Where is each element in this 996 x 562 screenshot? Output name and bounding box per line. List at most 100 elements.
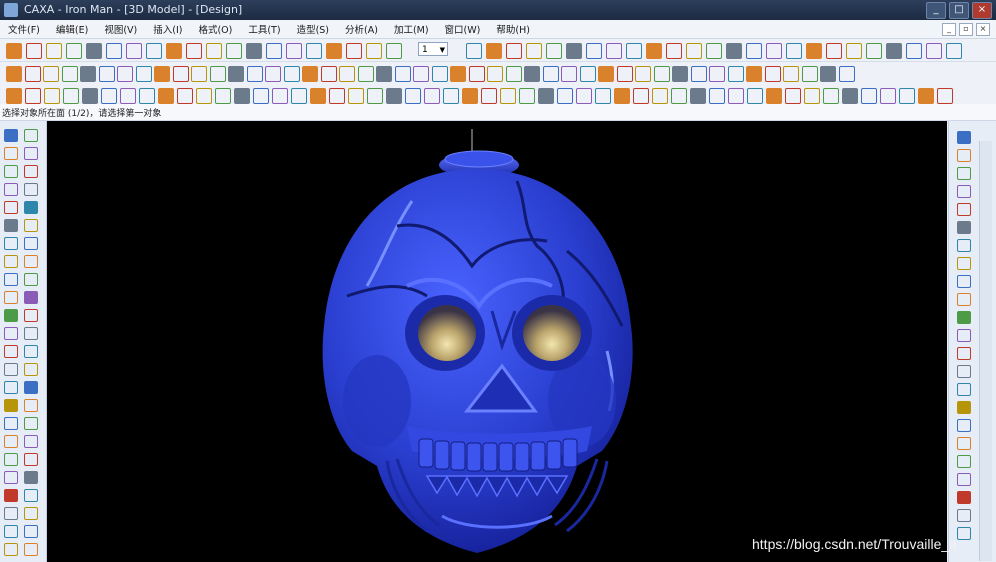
tool-icon[interactable] <box>886 43 902 59</box>
tool-icon[interactable] <box>595 88 611 104</box>
tool-icon[interactable] <box>785 88 801 104</box>
tool-icon[interactable] <box>394 66 411 82</box>
tool-icon[interactable] <box>24 507 38 520</box>
tool-icon[interactable] <box>126 43 142 59</box>
tool-icon[interactable] <box>706 43 722 59</box>
tool-icon[interactable] <box>24 525 38 538</box>
tool-icon[interactable] <box>443 88 459 104</box>
tool-icon[interactable] <box>957 329 971 342</box>
tool-icon[interactable] <box>957 383 971 396</box>
close-button[interactable]: × <box>972 2 992 19</box>
tool-icon[interactable] <box>728 88 744 104</box>
tool-icon[interactable] <box>24 273 38 286</box>
tool-icon[interactable] <box>234 88 250 104</box>
tool-icon[interactable] <box>4 417 18 430</box>
tool-icon[interactable] <box>206 43 222 59</box>
tool-icon[interactable] <box>806 43 822 59</box>
tool-icon[interactable] <box>4 345 18 358</box>
tool-icon[interactable] <box>6 88 22 104</box>
tool-icon[interactable] <box>246 43 262 59</box>
tool-icon[interactable] <box>466 43 482 59</box>
tool-icon[interactable] <box>519 88 535 104</box>
tool-icon[interactable] <box>826 43 842 59</box>
tool-icon[interactable] <box>215 88 231 104</box>
tool-icon[interactable] <box>4 525 18 538</box>
menu-help[interactable]: 帮助(H) <box>488 22 538 36</box>
menu-modeling[interactable]: 造型(S) <box>289 22 337 36</box>
tool-icon[interactable] <box>24 417 38 430</box>
tool-icon[interactable] <box>339 66 355 82</box>
tool-icon[interactable] <box>4 147 18 160</box>
tool-icon[interactable] <box>186 43 202 59</box>
tool-icon[interactable] <box>727 66 744 82</box>
tool-icon[interactable] <box>405 88 421 104</box>
tool-icon[interactable] <box>598 66 614 82</box>
tool-icon[interactable] <box>686 43 702 59</box>
tool-icon[interactable] <box>500 88 516 104</box>
tool-icon[interactable] <box>139 88 155 104</box>
tool-icon[interactable] <box>652 88 668 104</box>
tool-icon[interactable] <box>861 88 877 104</box>
tool-icon[interactable] <box>579 66 596 82</box>
tool-icon[interactable] <box>899 88 915 104</box>
tool-icon[interactable] <box>626 43 642 59</box>
tool-icon[interactable] <box>4 543 18 556</box>
tool-icon[interactable] <box>82 88 98 104</box>
tool-icon[interactable] <box>24 129 38 142</box>
tool-icon[interactable] <box>106 43 122 59</box>
tool-icon[interactable] <box>4 237 18 250</box>
3d-viewport[interactable] <box>47 121 947 562</box>
tool-icon[interactable] <box>24 327 38 340</box>
tool-icon[interactable] <box>209 66 226 82</box>
tool-icon[interactable] <box>957 311 971 324</box>
menu-insert[interactable]: 插入(I) <box>145 22 190 36</box>
menu-edit[interactable]: 编辑(E) <box>48 22 96 36</box>
tool-icon[interactable] <box>709 88 725 104</box>
tool-icon[interactable] <box>586 43 602 59</box>
tool-icon[interactable] <box>546 43 562 59</box>
tool-icon[interactable] <box>635 66 651 82</box>
tool-icon[interactable] <box>196 88 212 104</box>
tool-icon[interactable] <box>566 43 582 59</box>
tool-icon[interactable] <box>672 66 688 82</box>
tool-icon[interactable] <box>80 66 96 82</box>
tool-icon[interactable] <box>957 365 971 378</box>
tool-icon[interactable] <box>957 293 971 306</box>
tool-icon[interactable] <box>804 88 820 104</box>
tool-icon[interactable] <box>329 88 345 104</box>
tool-icon[interactable] <box>24 381 38 394</box>
tool-icon[interactable] <box>253 88 269 104</box>
tool-icon[interactable] <box>801 66 818 82</box>
tool-icon[interactable] <box>906 43 922 59</box>
tool-icon[interactable] <box>4 309 18 322</box>
tool-icon[interactable] <box>4 381 18 394</box>
tool-icon[interactable] <box>838 66 855 82</box>
tool-icon[interactable] <box>726 43 742 59</box>
tool-icon[interactable] <box>283 66 300 82</box>
menu-format[interactable]: 格式(O) <box>190 22 240 36</box>
tool-icon[interactable] <box>228 66 244 82</box>
tool-icon[interactable] <box>690 88 706 104</box>
tool-icon[interactable] <box>766 43 782 59</box>
tool-icon[interactable] <box>866 43 882 59</box>
tool-icon[interactable] <box>246 66 263 82</box>
tool-icon[interactable] <box>413 66 429 82</box>
tool-icon[interactable] <box>226 43 242 59</box>
tool-icon[interactable] <box>4 471 18 484</box>
menu-window[interactable]: 窗口(W) <box>437 22 489 36</box>
tool-icon[interactable] <box>957 347 971 360</box>
tool-icon[interactable] <box>820 66 836 82</box>
tool-icon[interactable] <box>766 88 782 104</box>
tool-icon[interactable] <box>43 66 59 82</box>
tool-icon[interactable] <box>26 43 42 59</box>
tool-icon[interactable] <box>481 88 497 104</box>
tool-icon[interactable] <box>561 66 577 82</box>
tool-icon[interactable] <box>24 489 38 502</box>
tool-icon[interactable] <box>24 399 38 412</box>
tool-icon[interactable] <box>846 43 862 59</box>
tool-icon[interactable] <box>86 43 102 59</box>
tool-icon[interactable] <box>4 219 18 232</box>
tool-icon[interactable] <box>957 473 971 486</box>
doc-close-button[interactable]: × <box>976 22 990 36</box>
tool-icon[interactable] <box>357 66 374 82</box>
